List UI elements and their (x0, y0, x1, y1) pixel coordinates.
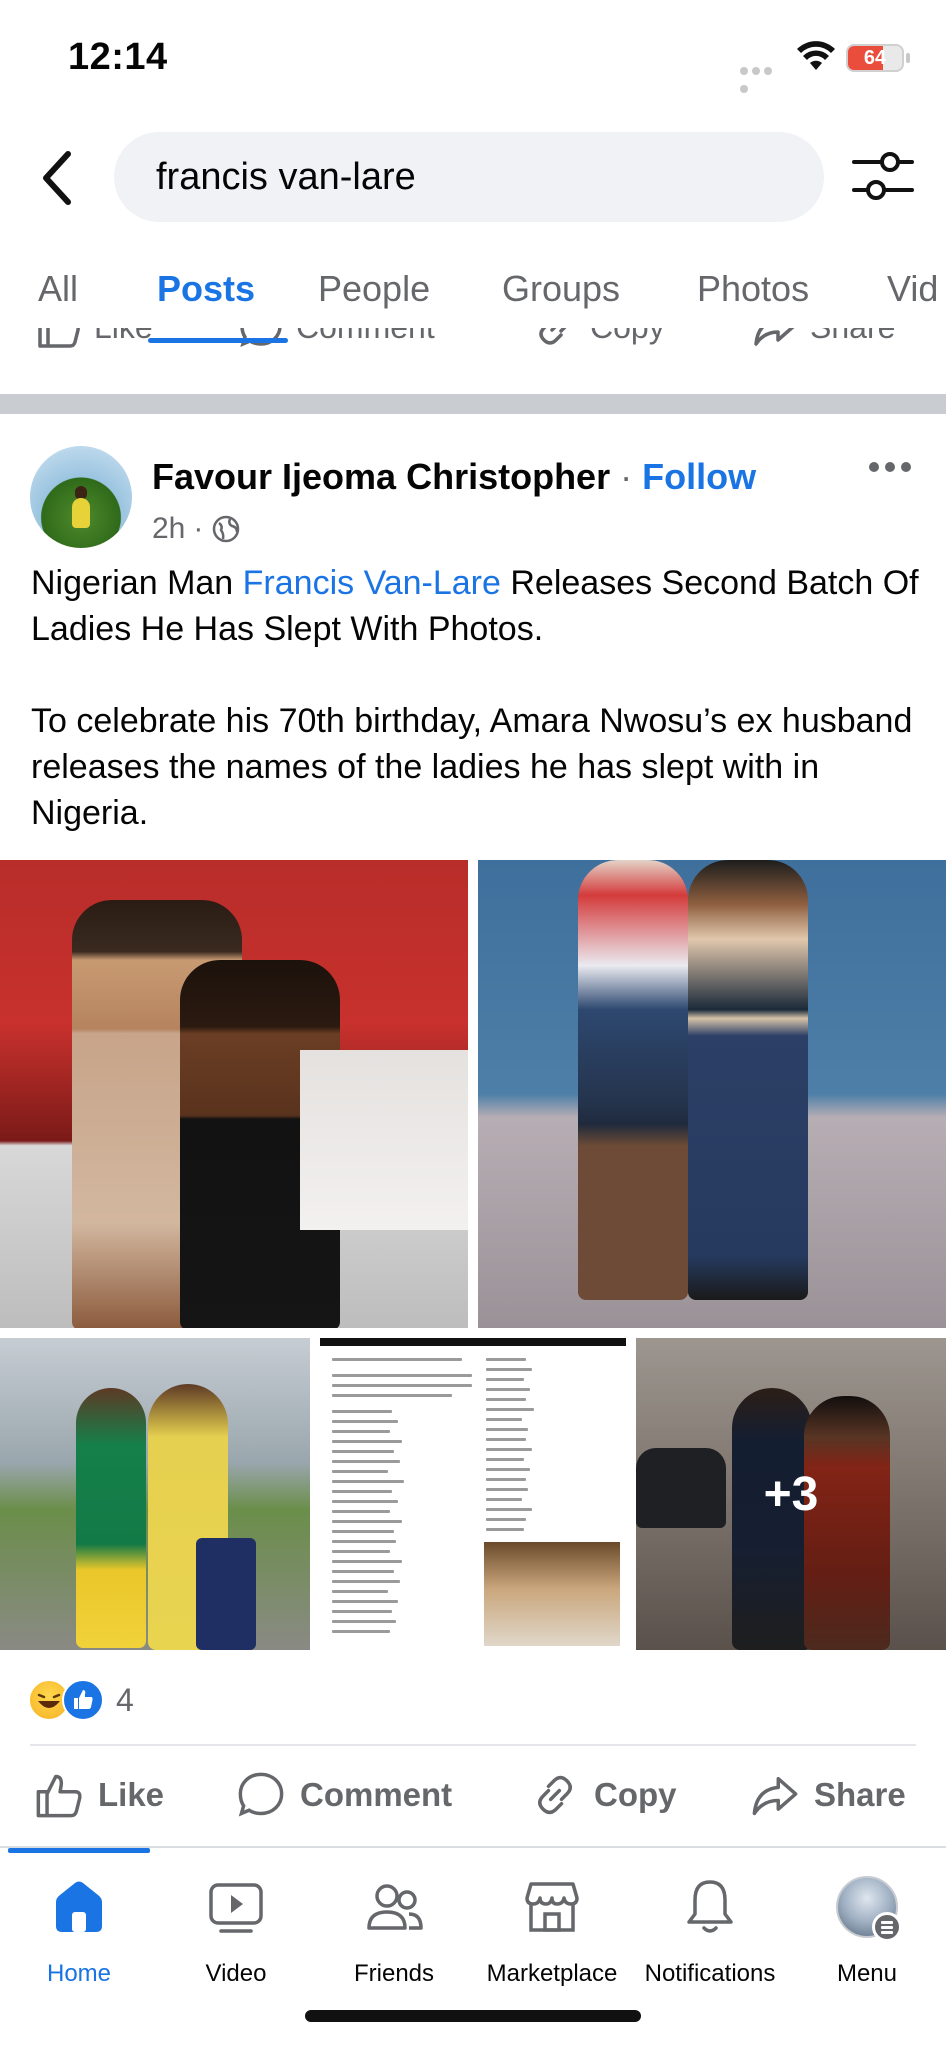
nav-home[interactable]: Home (0, 1876, 158, 1988)
author-name[interactable]: Favour Ijeoma Christopher (152, 456, 610, 497)
wifi-icon (797, 41, 835, 70)
tab-all[interactable]: All (38, 268, 78, 310)
post-text: Nigerian Man Francis Van-Lare Releases S… (31, 560, 921, 836)
prev-comment-label: Comment (296, 326, 435, 345)
friends-icon (367, 1884, 423, 1930)
active-tab-indicator (148, 338, 288, 343)
tab-videos[interactable]: Vid (887, 268, 938, 310)
nav-video[interactable]: Video (157, 1876, 315, 1988)
comment-button[interactable]: Comment (236, 1770, 452, 1820)
more-icon[interactable] (868, 460, 912, 474)
post-paragraph-1: Nigerian Man Francis Van-Lare Releases S… (31, 564, 919, 648)
search-header (0, 110, 946, 240)
video-icon (209, 1883, 263, 1933)
copy-button[interactable]: Copy (530, 1770, 677, 1820)
search-tabs: All Posts People Groups Photos Vid (0, 250, 946, 328)
status-bar: 12:14 64 (0, 0, 946, 110)
like-label: Like (98, 1776, 165, 1813)
search-box[interactable] (114, 132, 824, 222)
bottom-navigation: Home Video Friends Marketplace Notificat… (0, 1856, 946, 2006)
author-separator: · (620, 456, 633, 497)
prev-like-label: Like (94, 326, 153, 345)
signal-icon (740, 62, 786, 93)
prev-copy-label: Copy (590, 326, 665, 345)
post-photo-2[interactable] (478, 860, 946, 1328)
nav-active-indicator (8, 1848, 150, 1853)
nav-marketplace[interactable]: Marketplace (473, 1876, 631, 1988)
tab-groups[interactable]: Groups (502, 268, 620, 310)
menu-icon (872, 1912, 902, 1942)
prev-like-button[interactable]: Like (36, 326, 153, 350)
previous-post-actions: Like Comment Copy Share (0, 326, 946, 390)
home-indicator (305, 2010, 641, 2022)
reaction-count: 4 (116, 1681, 134, 1718)
mention-link[interactable]: Francis Van-Lare (243, 564, 501, 602)
tab-photos[interactable]: Photos (697, 268, 809, 310)
follow-button[interactable]: Follow (642, 456, 756, 497)
post-meta: 2h · (152, 512, 241, 546)
post-photo-5[interactable]: +3 (636, 1338, 946, 1650)
post-paragraph-2: To celebrate his 70th birthday, Amara Nw… (31, 702, 913, 832)
reaction-summary[interactable]: 4 (28, 1676, 134, 1724)
post-time[interactable]: 2h (152, 512, 185, 546)
comment-label: Comment (300, 1776, 453, 1813)
like-icon (36, 1774, 82, 1818)
battery-level: 64 (863, 47, 887, 69)
author-line: Favour Ijeoma Christopher · Follow (152, 456, 756, 498)
comment-icon (238, 1772, 284, 1817)
globe-icon (213, 515, 240, 543)
home-icon (56, 1881, 102, 1932)
marketplace-icon (525, 1882, 579, 1932)
nav-friends-label: Friends (353, 1960, 435, 1987)
nav-video-label: Video (205, 1960, 267, 1987)
nav-home-label: Home (46, 1960, 112, 1987)
like-reaction-icon (62, 1679, 104, 1721)
share-label: Share (814, 1776, 906, 1813)
nav-notifications-label: Notifications (644, 1960, 776, 1987)
photo-grid: +3 (0, 860, 946, 1650)
prev-share-label: Share (810, 326, 896, 345)
tab-people[interactable]: People (318, 268, 430, 310)
copy-icon (538, 1775, 572, 1815)
filter-icon[interactable] (852, 148, 914, 204)
post-photo-3[interactable] (0, 1338, 310, 1650)
post-photo-1[interactable] (0, 860, 468, 1328)
prev-share-button[interactable]: Share (752, 326, 895, 350)
post-photo-4[interactable] (320, 1338, 626, 1650)
share-button[interactable]: Share (750, 1770, 906, 1820)
post-actions: Like Comment Copy Share (0, 1762, 946, 1832)
notifications-icon (687, 1880, 733, 1933)
more-photos-overlay[interactable]: +3 (636, 1338, 946, 1650)
share-icon (752, 1776, 798, 1816)
nav-menu-label: Menu (836, 1960, 898, 1987)
nav-marketplace-label: Marketplace (486, 1960, 618, 1987)
search-input[interactable] (156, 132, 796, 222)
post-meta-separator: · (193, 512, 204, 545)
profile-avatar (836, 1876, 902, 1942)
battery-icon: 64 (846, 44, 904, 72)
author-avatar[interactable] (30, 446, 132, 548)
prev-copy-button[interactable]: Copy (532, 326, 665, 350)
nav-menu[interactable]: Menu (788, 1876, 946, 1988)
nav-friends[interactable]: Friends (315, 1876, 473, 1988)
reactions-divider (30, 1744, 916, 1746)
nav-notifications[interactable]: Notifications (631, 1876, 789, 1988)
tab-posts[interactable]: Posts (157, 268, 255, 310)
back-icon[interactable] (38, 148, 78, 208)
like-button[interactable]: Like (34, 1770, 164, 1820)
copy-label: Copy (594, 1776, 677, 1813)
status-time: 12:14 (68, 36, 168, 78)
post-header: Favour Ijeoma Christopher · Follow 2h · (0, 446, 946, 556)
post-divider (0, 394, 946, 414)
names-list-screenshot (326, 1352, 620, 1646)
